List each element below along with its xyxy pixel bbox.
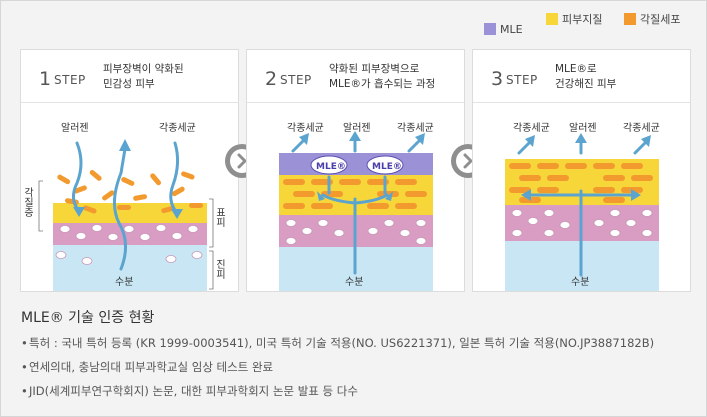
step-2-description: 약화된 피부장벽으로 MLE®가 흡수되는 과정 bbox=[329, 62, 435, 92]
step-2-bacteria-arrow-right bbox=[407, 139, 421, 153]
step-1-panel: 1 STEP 피부장벽이 약화된 민감성 피부 알러젠 각종세균 수분 각질층 … bbox=[20, 49, 239, 292]
step-3-label-allergen: 알러젠 bbox=[569, 122, 597, 134]
certification-section: MLE® 기술 인증 현황 •특허 : 국내 특허 등록 (KR 1999-00… bbox=[21, 307, 654, 407]
step-2-desc-line1: 약화된 피부장벽으로 bbox=[329, 63, 420, 75]
step-1-skin-illustration: 알러젠 각종세균 수분 각질층 표피 진피 bbox=[22, 122, 226, 291]
step-2-mle-badge-left: MLE® bbox=[310, 155, 348, 175]
legend-swatch-corneocyte bbox=[624, 13, 636, 25]
certification-item-3: •JID(세계피부연구학회지) 논문, 대한 피부과학회지 논문 발표 등 다수 bbox=[21, 383, 654, 399]
step-3-label: STEP bbox=[506, 73, 538, 87]
step-3-bacteria-arrow-left bbox=[517, 141, 531, 155]
step-3-desc-line1: MLE®로 bbox=[555, 63, 597, 75]
step-2-mle-layer bbox=[279, 153, 433, 175]
legend-swatch-mle bbox=[484, 23, 496, 35]
bullet-icon: • bbox=[21, 360, 28, 374]
certification-item-1: •특허 : 국내 특허 등록 (KR 1999-0003541), 미국 특허 … bbox=[21, 335, 654, 351]
step-1-label-allergen: 알러젠 bbox=[61, 122, 89, 134]
legend-label-lipid: 피부지질 bbox=[562, 13, 603, 26]
legend-item-mle: MLE bbox=[484, 23, 523, 36]
legend: MLE 피부지질 각질세포 bbox=[484, 11, 694, 36]
step-3-header: 3 STEP MLE®로 건강해진 피부 bbox=[473, 50, 690, 103]
legend-label-corneocyte: 각질세포 bbox=[640, 13, 681, 26]
step-3-desc-line2: 건강해진 피부 bbox=[555, 78, 617, 90]
mle-diagram-frame: MLE 피부지질 각질세포 1 STEP 피부장벽이 약화된 민감성 피부 알러… bbox=[0, 0, 707, 417]
step-1-side-label-stratum: 각질층 bbox=[22, 187, 34, 217]
step-2-label-bacteria-left: 각종세균 bbox=[287, 122, 324, 134]
certification-item-1-text: 특허 : 국내 특허 등록 (KR 1999-0003541), 미국 특허 기… bbox=[29, 336, 655, 350]
step-1-desc-line1: 피부장벽이 약화된 bbox=[103, 63, 184, 75]
step-3-skin-illustration: 각종세균 알러젠 각종세균 수분 bbox=[505, 122, 660, 291]
step-3-description: MLE®로 건강해진 피부 bbox=[555, 62, 616, 92]
step-2-bacteria-arrow-left bbox=[291, 139, 305, 153]
step-2-label-bacteria-right: 각종세균 bbox=[397, 122, 434, 134]
step-2-mle-label-right: MLE® bbox=[372, 162, 402, 172]
step-3-label-bacteria-right: 각종세균 bbox=[623, 122, 660, 134]
step-1-label: STEP bbox=[54, 73, 86, 87]
certification-item-3-text: JID(세계피부연구학회지) 논문, 대한 피부과학회지 논문 발표 등 다수 bbox=[29, 384, 358, 398]
step-1-header: 1 STEP 피부장벽이 약화된 민감성 피부 bbox=[21, 50, 238, 103]
step-1-side-label-dermis: 진피 bbox=[214, 259, 226, 280]
step-2-label: STEP bbox=[280, 73, 312, 87]
step-1-number: 1 bbox=[39, 68, 52, 90]
step-1-label-water: 수분 bbox=[115, 276, 133, 288]
step-1-epidermis-bracket bbox=[209, 198, 214, 248]
step-1-label-bacteria: 각종세균 bbox=[159, 122, 196, 134]
step-1-description: 피부장벽이 약화된 민감성 피부 bbox=[103, 62, 184, 92]
step-2-mle-label-left: MLE® bbox=[316, 162, 346, 172]
legend-item-corneocyte: 각질세포 bbox=[624, 11, 680, 27]
step-2-panel: 2 STEP 약화된 피부장벽으로 MLE®가 흡수되는 과정 각종세균 알러젠… bbox=[246, 49, 465, 292]
step-3-bacteria-arrow-right bbox=[633, 141, 647, 155]
step-3-label-bacteria-left: 각종세균 bbox=[513, 122, 550, 134]
certification-title: MLE® 기술 인증 현황 bbox=[21, 310, 155, 326]
legend-swatch-lipid bbox=[546, 13, 558, 25]
step-2-label-water: 수분 bbox=[345, 276, 363, 288]
step-3-number: 3 bbox=[491, 68, 504, 90]
step-2-header: 2 STEP 약화된 피부장벽으로 MLE®가 흡수되는 과정 bbox=[247, 50, 464, 103]
step-1-side-label-epidermis: 표피 bbox=[214, 207, 226, 228]
step-1-desc-line2: 민감성 피부 bbox=[103, 78, 155, 90]
step-3-label-water: 수분 bbox=[571, 276, 589, 288]
step-2-label-allergen: 알러젠 bbox=[343, 122, 371, 134]
step-2-number: 2 bbox=[265, 68, 278, 90]
bullet-icon: • bbox=[21, 384, 28, 398]
legend-item-lipid: 피부지질 bbox=[546, 11, 602, 27]
certification-item-2: •연세의대, 충남의대 피부과학교실 임상 테스트 완료 bbox=[21, 359, 654, 375]
bullet-icon: • bbox=[21, 336, 28, 350]
step-2-mle-badge-right: MLE® bbox=[366, 155, 404, 175]
step-2-skin-illustration: 각종세균 알러젠 각종세균 MLE® MLE® 수분 bbox=[279, 122, 434, 291]
step-1-bacteria-arrow bbox=[169, 141, 180, 215]
step-1-stratum-bracket bbox=[38, 180, 43, 232]
step-2-desc-line2: MLE®가 흡수되는 과정 bbox=[329, 78, 436, 90]
certification-item-2-text: 연세의대, 충남의대 피부과학교실 임상 테스트 완료 bbox=[29, 360, 274, 374]
step-1-dermis-bracket bbox=[209, 250, 214, 290]
step-3-panel: 3 STEP MLE®로 건강해진 피부 각종세균 알러젠 각종세균 수분 bbox=[472, 49, 691, 292]
legend-label-mle: MLE bbox=[500, 23, 523, 36]
